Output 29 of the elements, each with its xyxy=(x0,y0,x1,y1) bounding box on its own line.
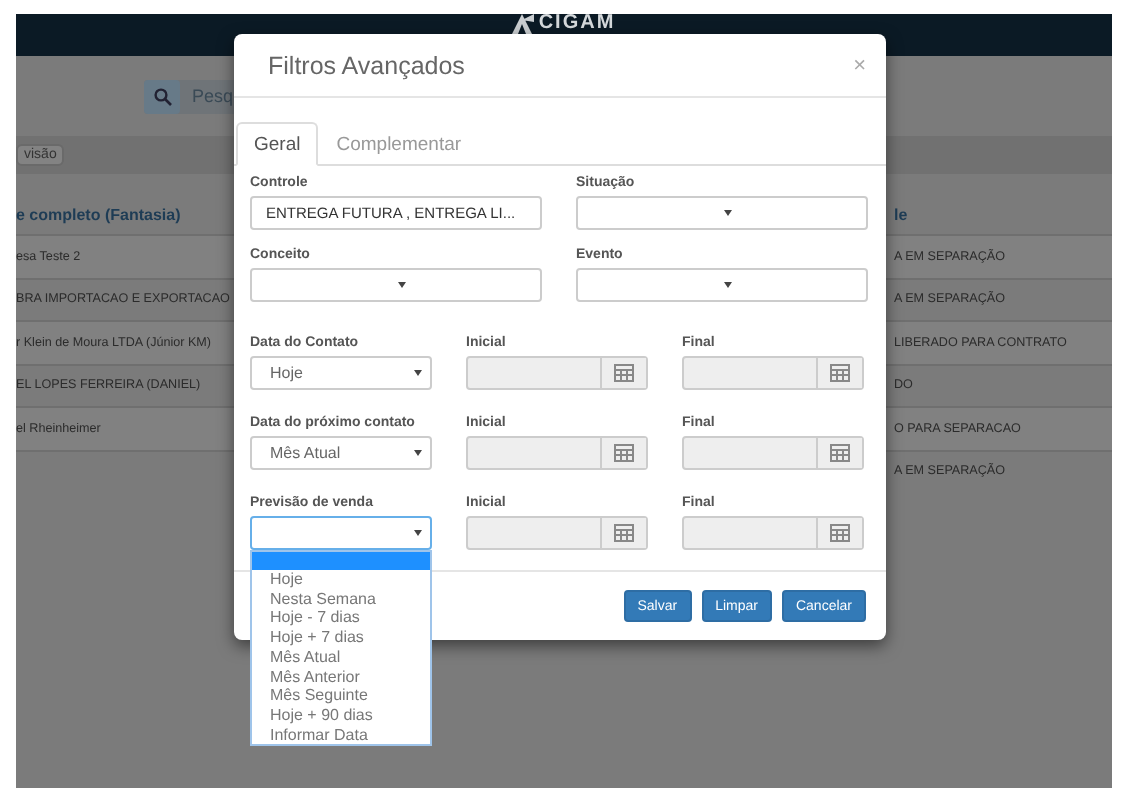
select-field[interactable] xyxy=(576,268,868,302)
calendar-icon xyxy=(830,524,850,542)
calendar-icon xyxy=(614,444,634,462)
close-icon[interactable]: × xyxy=(853,53,866,77)
dropdown-option[interactable]: Nesta Semana xyxy=(252,589,430,609)
search-icon[interactable] xyxy=(153,87,171,105)
tab[interactable]: Geral xyxy=(236,122,319,166)
dropdown-option[interactable]: Informar Data xyxy=(252,725,430,745)
dropdown-option[interactable]: Mês Atual xyxy=(252,647,430,668)
dropdown-option[interactable]: Hoje + 90 dias xyxy=(252,705,430,726)
calendar-icon xyxy=(830,364,850,382)
dropdown-option[interactable]: Mês Seguinte xyxy=(252,686,430,706)
calendar-icon xyxy=(830,444,850,462)
column-header: e completo (Fantasia) xyxy=(16,205,181,223)
dropdown-option[interactable]: Hoje + 7 dias xyxy=(252,628,430,648)
calendar-icon xyxy=(614,524,634,542)
select-field[interactable] xyxy=(576,196,868,230)
select-field[interactable] xyxy=(250,268,542,302)
select-field[interactable]: Hoje xyxy=(250,356,432,390)
dialog-title: Filtros Avançados xyxy=(268,51,465,79)
select-field[interactable] xyxy=(250,516,432,550)
logo: CIGAM xyxy=(512,14,616,34)
dropdown-option[interactable]: Hoje - 7 dias xyxy=(252,608,430,629)
select-field[interactable]: Mês Atual xyxy=(250,436,432,470)
tab[interactable]: Complementar xyxy=(318,122,480,166)
dropdown-option[interactable]: Hoje xyxy=(252,570,430,590)
dropdown-option[interactable]: Mês Anterior xyxy=(252,667,430,687)
column-header: le xyxy=(894,205,908,223)
calendar-icon xyxy=(614,364,634,382)
